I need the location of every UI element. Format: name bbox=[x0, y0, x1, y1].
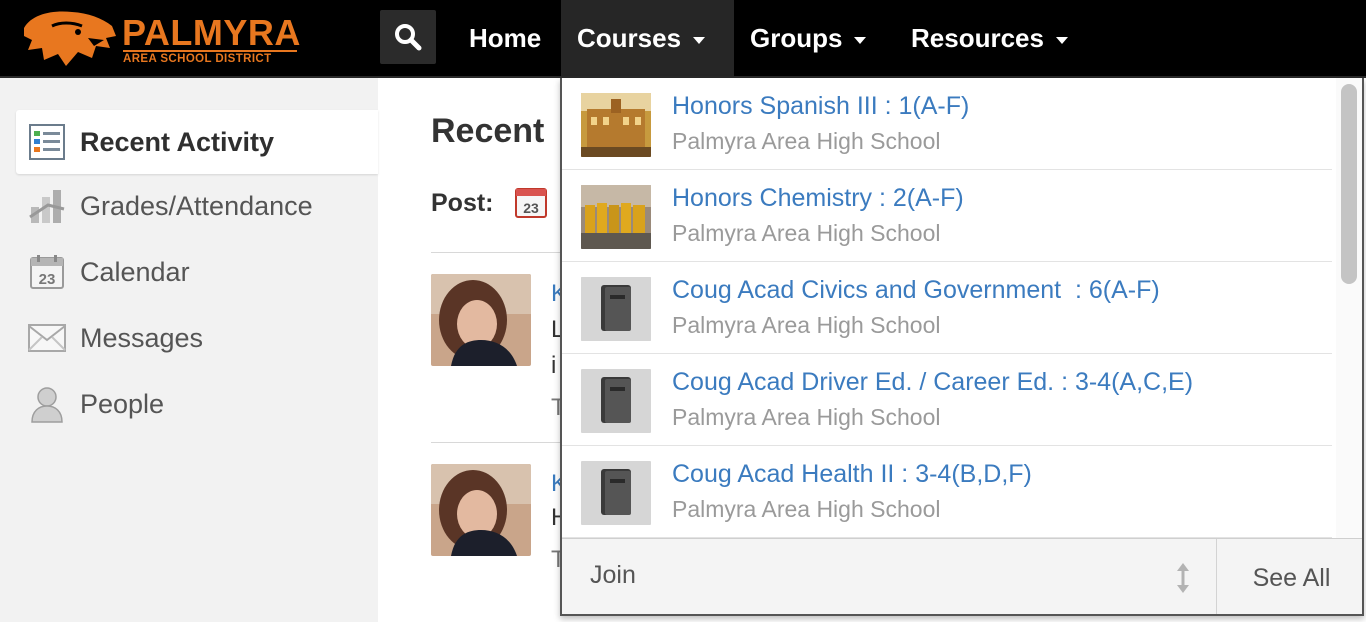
book-icon bbox=[581, 461, 651, 525]
course-school: Palmyra Area High School bbox=[672, 496, 941, 522]
course-item[interactable]: Coug Acad Civics and Government : 6(A-F)… bbox=[562, 262, 1332, 354]
see-all-label: See All bbox=[1252, 563, 1331, 592]
sidebar-item-label: Messages bbox=[80, 322, 204, 353]
avatar[interactable] bbox=[431, 464, 531, 556]
course-title-link[interactable]: Coug Acad Civics and Government : 6(A-F) bbox=[672, 276, 1160, 305]
page-title: Recent bbox=[431, 112, 545, 150]
course-item[interactable]: Coug Acad Driver Ed. / Career Ed. : 3-4(… bbox=[562, 354, 1332, 446]
feed-text: i bbox=[551, 352, 557, 379]
group-photo bbox=[581, 185, 651, 249]
course-thumbnail bbox=[581, 369, 651, 433]
person-icon bbox=[28, 385, 66, 423]
nav-home-label: Home bbox=[469, 22, 542, 53]
cougar-logo-icon bbox=[24, 11, 116, 66]
sidebar-item-calendar[interactable]: 23 Calendar bbox=[16, 240, 378, 304]
course-thumbnail bbox=[581, 461, 651, 525]
district-logo[interactable]: PALMYRA AREA SCHOOL DISTRICT bbox=[22, 8, 302, 70]
scrollbar-thumb[interactable] bbox=[1341, 84, 1357, 284]
course-thumbnail bbox=[581, 277, 651, 341]
search-button[interactable] bbox=[380, 10, 436, 64]
top-navigation-bar: PALMYRA AREA SCHOOL DISTRICT Home Course… bbox=[0, 0, 1366, 78]
course-title-link[interactable]: Honors Chemistry : 2(A-F) bbox=[672, 184, 964, 213]
avatar[interactable] bbox=[431, 274, 531, 366]
recent-activity-icon bbox=[28, 123, 66, 161]
courses-list: Honors Spanish III : 1(A-F) Palmyra Area… bbox=[562, 78, 1332, 540]
book-icon bbox=[581, 277, 651, 341]
book-icon bbox=[581, 369, 651, 433]
chevron-down-icon bbox=[693, 36, 706, 44]
svg-text:23: 23 bbox=[39, 271, 56, 288]
feed-divider bbox=[431, 442, 571, 443]
courses-dropdown: Honors Spanish III : 1(A-F) Palmyra Area… bbox=[560, 78, 1364, 616]
nav-courses[interactable]: Courses bbox=[561, 0, 734, 76]
sidebar-item-label: Grades/Attendance bbox=[80, 190, 313, 221]
calendar-icon: 23 bbox=[28, 253, 66, 291]
course-title-link[interactable]: Coug Acad Driver Ed. / Career Ed. : 3-4(… bbox=[672, 368, 1193, 397]
course-item[interactable]: Coug Acad Health II : 3-4(B,D,F) Palmyra… bbox=[562, 446, 1332, 538]
course-school: Palmyra Area High School bbox=[672, 128, 941, 154]
building-photo bbox=[581, 93, 651, 157]
nav-groups[interactable]: Groups bbox=[750, 0, 867, 76]
nav-home[interactable]: Home bbox=[469, 0, 541, 76]
feed-divider bbox=[431, 252, 571, 253]
post-label: Post: bbox=[431, 189, 494, 217]
sidebar-item-recent-activity[interactable]: Recent Activity bbox=[16, 110, 378, 174]
nav-groups-label: Groups bbox=[750, 22, 843, 53]
post-event-button[interactable]: 23 bbox=[514, 185, 548, 224]
course-thumbnail bbox=[581, 93, 651, 157]
see-all-button[interactable]: See All bbox=[1216, 539, 1362, 614]
course-title-link[interactable]: Coug Acad Health II : 3-4(B,D,F) bbox=[672, 460, 1032, 489]
calendar-icon: 23 bbox=[515, 188, 547, 218]
svg-text:23: 23 bbox=[523, 200, 539, 216]
expand-arrows-icon[interactable] bbox=[1174, 561, 1192, 595]
sidebar-item-label: Recent Activity bbox=[80, 126, 275, 157]
sidebar-item-grades-attendance[interactable]: Grades/Attendance bbox=[16, 174, 378, 238]
nav-resources-label: Resources bbox=[911, 22, 1044, 53]
logo-name: PALMYRA bbox=[122, 12, 301, 53]
sidebar-item-people[interactable]: People bbox=[16, 372, 378, 436]
user-photo bbox=[431, 464, 531, 556]
sidebar-item-label: Calendar bbox=[80, 256, 190, 287]
course-item[interactable]: Honors Spanish III : 1(A-F) Palmyra Area… bbox=[562, 78, 1332, 170]
logo-subtitle: AREA SCHOOL DISTRICT bbox=[123, 50, 297, 65]
join-button[interactable]: Join bbox=[590, 561, 636, 590]
sidebar: Recent Activity Grades/Attendance 23 Cal… bbox=[0, 78, 378, 622]
course-school: Palmyra Area High School bbox=[672, 312, 941, 338]
chevron-down-icon bbox=[854, 36, 867, 44]
nav-courses-label: Courses bbox=[577, 22, 682, 53]
course-school: Palmyra Area High School bbox=[672, 220, 941, 246]
dropdown-footer: Join See All bbox=[562, 538, 1362, 614]
course-school: Palmyra Area High School bbox=[672, 404, 941, 430]
grades-icon bbox=[28, 187, 66, 225]
course-thumbnail bbox=[581, 185, 651, 249]
sidebar-item-messages[interactable]: Messages bbox=[16, 306, 378, 370]
user-photo bbox=[431, 274, 531, 366]
course-item[interactable]: Honors Chemistry : 2(A-F) Palmyra Area H… bbox=[562, 170, 1332, 262]
sidebar-item-label: People bbox=[80, 388, 165, 419]
search-icon bbox=[395, 24, 422, 51]
nav-resources[interactable]: Resources bbox=[911, 0, 1068, 76]
chevron-down-icon bbox=[1055, 36, 1068, 44]
course-title-link[interactable]: Honors Spanish III : 1(A-F) bbox=[672, 92, 969, 121]
envelope-icon bbox=[28, 319, 66, 357]
